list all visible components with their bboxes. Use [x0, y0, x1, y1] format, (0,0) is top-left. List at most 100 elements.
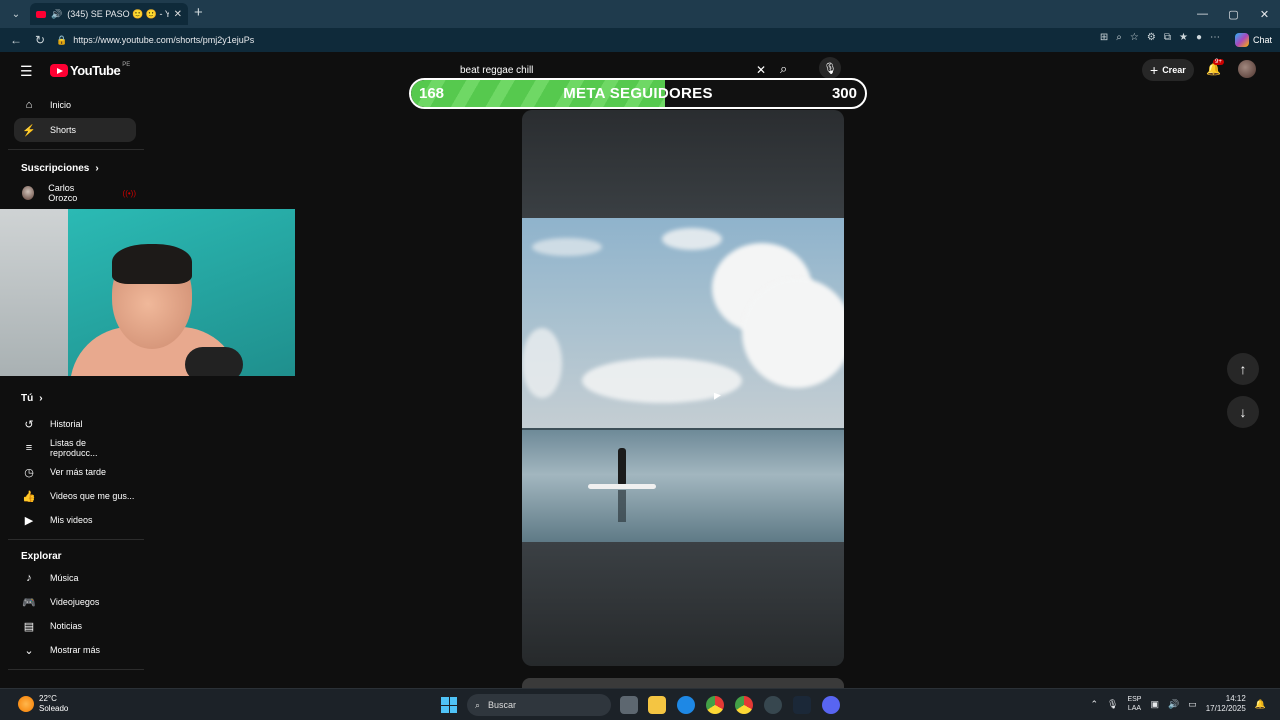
search-icon: ⌕ [475, 699, 481, 710]
language-indicator[interactable]: ESP LAA [1127, 695, 1141, 713]
new-tab-button[interactable]: + [194, 4, 203, 21]
thumbs-up-icon: 👍 [22, 490, 36, 503]
taskbar-search[interactable]: ⌕ Buscar [467, 694, 611, 716]
taskbar: 22°C Soleado ⌕ Buscar ⌃ 🎙 ESP LAA ▣ 🔊 ▭ … [0, 688, 1280, 720]
site-info-icon[interactable]: 🔒 [56, 35, 67, 46]
favorites-icon[interactable]: ★ [1179, 32, 1188, 43]
time: 14:12 [1225, 694, 1246, 703]
divider [8, 669, 144, 670]
cloud [522, 328, 562, 398]
speaker-icon[interactable]: 🔊 [51, 9, 62, 20]
search-icon[interactable]: ⌕ [780, 61, 787, 77]
short-video-player[interactable] [522, 110, 844, 666]
browser-tab-strip: ⌄ 🔊 (345) SE PASO 🙂 🙂 - YouTube ✕ + — ▢ … [0, 0, 1280, 28]
back-arrow-icon[interactable]: ← [4, 33, 28, 47]
sidebar-item-label: Shorts [50, 125, 77, 135]
extensions-icon[interactable]: ⚙ [1147, 32, 1156, 43]
file-explorer-icon[interactable] [648, 696, 666, 714]
close-window-button[interactable]: ✕ [1249, 0, 1280, 28]
playlist-icon: ≡ [25, 442, 33, 454]
date: 17/12/2025 [1205, 704, 1246, 713]
arrow-up-icon: ↑ [1239, 361, 1247, 377]
previous-short-button[interactable]: ↑ [1227, 353, 1259, 385]
notification-badge: 9+ [1213, 59, 1224, 65]
clear-search-icon[interactable]: ✕ [756, 63, 766, 77]
sidebar-item-label: Videojuegos [50, 597, 100, 607]
microphone-icon[interactable]: 🎙 [819, 57, 841, 79]
channel-avatar [22, 186, 35, 200]
sidebar-item-show-more[interactable]: ⌄ Mostrar más [14, 638, 136, 662]
menu-icon[interactable]: ☰ [20, 63, 33, 80]
sidebar-item-inicio[interactable]: ⌂ Inicio [14, 93, 136, 117]
create-button[interactable]: + Crear [1142, 59, 1194, 81]
notification-center-icon[interactable]: 🔔 [1255, 699, 1266, 710]
webcam-wall [0, 209, 68, 376]
next-short-preview[interactable] [522, 678, 844, 688]
sidebar-item-news[interactable]: ▤ Noticias [14, 614, 136, 638]
zoom-icon[interactable]: ⌕ [1116, 32, 1122, 43]
sidebar-item-shorts[interactable]: ⚡ Shorts [14, 118, 136, 142]
sidebar-item-gaming[interactable]: 🎮 Videojuegos [14, 590, 136, 614]
gamepad-icon: 🎮 [22, 596, 36, 609]
create-label: Crear [1162, 65, 1186, 75]
plus-icon: + [1150, 62, 1159, 78]
discord-icon[interactable] [822, 696, 840, 714]
youtube-play-icon [50, 64, 68, 77]
shorts-icon: ⚡ [22, 124, 36, 137]
more-options-icon[interactable]: ⋯ [1210, 32, 1220, 43]
task-view-icon[interactable] [620, 696, 638, 714]
video-sky [522, 218, 844, 430]
url-field[interactable]: 🔒 https://www.youtube.com/shorts/pmj2y1e… [56, 30, 1036, 50]
sidebar-item-liked-videos[interactable]: 👍 Videos que me gus... [14, 484, 136, 508]
sidebar-item-subscription[interactable]: Carlos Orozco ((•)) [14, 181, 136, 205]
show-hidden-icons-icon[interactable]: ⌃ [1090, 699, 1098, 710]
clock-icon: ◷ [24, 466, 34, 479]
obs-icon[interactable] [764, 696, 782, 714]
microphone-tray-icon[interactable]: 🎙 [1107, 699, 1118, 710]
video-bottom-blur [522, 542, 844, 666]
chevron-right-icon: › [39, 393, 43, 404]
chevron-down-icon: ⌄ [24, 644, 34, 657]
clock[interactable]: 14:12 17/12/2025 [1206, 694, 1246, 714]
sidebar-item-music[interactable]: ♪ Música [14, 566, 136, 590]
volume-icon[interactable]: 🔊 [1168, 699, 1179, 710]
copilot-icon [1234, 33, 1249, 47]
subscriptions-heading[interactable]: Suscripciones › [21, 163, 99, 174]
sidebar-item-my-videos[interactable]: ▶ Mis videos [14, 508, 136, 532]
sidebar-item-playlists[interactable]: ≡ Listas de reproducc... [14, 436, 136, 460]
network-icon[interactable]: ▣ [1150, 699, 1159, 710]
notifications-bell-icon[interactable]: 🔔 9+ [1206, 59, 1224, 76]
split-screen-icon[interactable]: ⧉ [1164, 32, 1171, 43]
explore-heading: Explorar [21, 551, 62, 562]
search-input[interactable]: beat reggae chill ✕ [452, 60, 774, 80]
copilot-chat-button[interactable]: Chat [1234, 32, 1272, 48]
tab-close-icon[interactable]: ✕ [174, 9, 182, 20]
sidebar-item-label: Mis videos [50, 515, 93, 525]
you-heading[interactable]: Tú › [21, 393, 43, 404]
sidebar-item-label: Inicio [50, 100, 72, 110]
weather-widget[interactable]: 22°C Soleado [18, 694, 68, 714]
sidebar-item-history[interactable]: ↺ Historial [14, 412, 136, 436]
account-avatar[interactable] [1238, 60, 1256, 78]
profile-icon[interactable]: ● [1196, 32, 1202, 43]
maximize-button[interactable]: ▢ [1218, 0, 1249, 28]
next-short-button[interactable]: ↓ [1227, 396, 1259, 428]
sidebar-item-watch-later[interactable]: ◷ Ver más tarde [14, 460, 136, 484]
steam-icon[interactable] [793, 696, 811, 714]
edge-browser-icon[interactable] [677, 696, 695, 714]
taskbar-search-placeholder: Buscar [488, 700, 517, 710]
browser-tab-active[interactable]: 🔊 (345) SE PASO 🙂 🙂 - YouTube ✕ [30, 3, 188, 25]
app-install-icon[interactable]: ⊞ [1100, 32, 1108, 43]
favorite-star-icon[interactable]: ☆ [1130, 32, 1139, 43]
chrome-icon[interactable] [706, 696, 724, 714]
cloud [662, 228, 722, 250]
windows-start-icon[interactable] [441, 697, 457, 713]
battery-icon[interactable]: ▭ [1188, 699, 1197, 710]
video-sea [522, 430, 844, 542]
chrome-profile-icon[interactable] [735, 696, 753, 714]
reload-icon[interactable]: ↻ [28, 33, 52, 47]
youtube-logo[interactable]: YouTube PE [50, 62, 130, 78]
tab-actions-chevron-icon[interactable]: ⌄ [6, 5, 26, 23]
minimize-button[interactable]: — [1187, 0, 1218, 28]
cloud [742, 278, 844, 388]
